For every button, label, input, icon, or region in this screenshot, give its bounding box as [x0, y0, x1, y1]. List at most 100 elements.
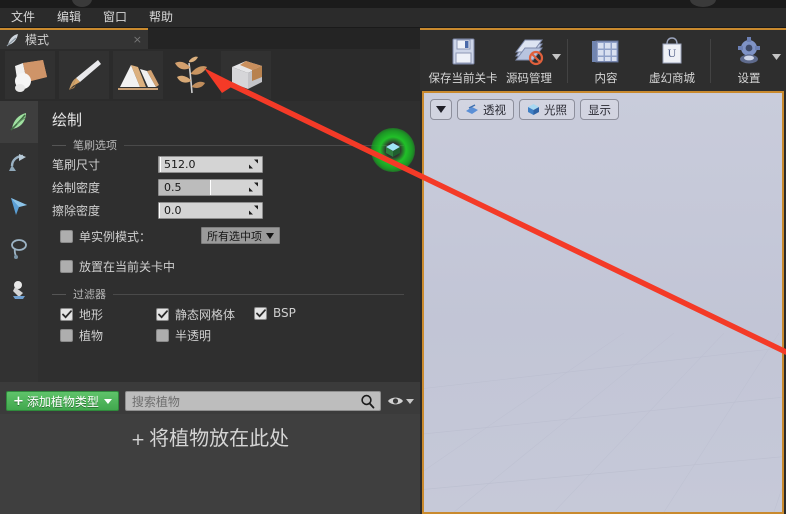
paint-panel-header: 绘制: [38, 101, 420, 137]
spinner-arrows-icon: [249, 205, 258, 215]
toolbar-content-label: 内容: [594, 70, 618, 85]
paintbrush-icon: [69, 60, 101, 90]
tool-reapply[interactable]: [0, 143, 38, 185]
paint-settings-panel: 绘制 笔刷选项 笔刷尺寸 512.0 绘制密度 0.5 擦除密度 0.0 单实例…: [38, 101, 420, 382]
property-row-erase-density: 擦除密度 0.0: [38, 199, 420, 221]
filters-section-header: 过滤器: [52, 286, 404, 302]
menu-item-help[interactable]: 帮助: [138, 8, 184, 27]
single-instance-label: 单实例模式：: [79, 230, 152, 244]
filter-translucent-checkbox[interactable]: [156, 329, 169, 342]
section-line: [124, 144, 404, 146]
close-icon[interactable]: ×: [133, 34, 148, 45]
filter-static-mesh[interactable]: 静态网格体: [156, 306, 235, 323]
window-top-strip: [0, 0, 786, 8]
bsp-box-icon: [232, 61, 262, 89]
lit-cube-icon: [528, 104, 539, 115]
checkmark-icon: [255, 308, 266, 318]
paint-bucket-icon: [13, 281, 25, 299]
mode-button-place[interactable]: [4, 50, 56, 100]
toolbar-source-control-label: 源码管理: [506, 70, 552, 85]
lasso-icon: [11, 239, 27, 259]
lit-cube-icon: [386, 143, 400, 157]
viewport-menu-button[interactable]: [430, 99, 452, 120]
viewport-perspective-button[interactable]: 透视: [457, 99, 514, 120]
single-instance-dropdown[interactable]: 所有选中项: [201, 227, 280, 244]
foliage-leaf-icon: [175, 56, 207, 94]
filter-bsp[interactable]: BSP: [254, 306, 296, 320]
single-instance-mode-row[interactable]: 单实例模式：: [60, 228, 151, 245]
tool-select[interactable]: [0, 185, 38, 227]
erase-density-label: 擦除密度: [52, 203, 101, 218]
mode-button-paint[interactable]: [58, 50, 110, 100]
filter-static-mesh-checkbox[interactable]: [156, 308, 169, 321]
erase-density-input[interactable]: 0.0: [158, 201, 263, 219]
viewport-perspective-label: 透视: [483, 102, 506, 117]
toolbar-source-control[interactable]: 源码管理: [496, 32, 562, 90]
filter-landscape-label: 地形: [79, 308, 104, 322]
menu-item-file[interactable]: 文件: [0, 8, 46, 27]
mode-button-row: [0, 49, 420, 101]
level-viewport[interactable]: 透视 光照 显示: [422, 91, 784, 514]
box-sphere-icon: [15, 60, 47, 92]
eye-icon: [388, 397, 403, 405]
toolbar-save-label: 保存当前关卡: [428, 70, 498, 85]
mountain-icon: [118, 65, 159, 90]
filter-bsp-checkbox[interactable]: [254, 306, 267, 320]
tab-modes[interactable]: 模式 ×: [0, 28, 148, 49]
tool-fill[interactable]: [0, 269, 38, 311]
add-foliage-type-button[interactable]: + 添加植物类型: [6, 391, 119, 411]
filters-label: 过滤器: [73, 288, 106, 301]
tool-paint[interactable]: [0, 101, 38, 143]
toolbar-marketplace-label: 虚幻商城: [649, 70, 695, 85]
toolbar-save-current-level[interactable]: 保存当前关卡: [428, 32, 498, 90]
drop-area-text: + 将植物放在此处: [131, 422, 289, 451]
menu-bar: 文件 编辑 窗口 帮助: [0, 8, 786, 28]
spinner-arrows-icon: [249, 159, 258, 169]
viewport-show-label: 显示: [588, 102, 611, 117]
single-instance-checkbox[interactable]: [60, 230, 73, 243]
place-in-level-checkbox[interactable]: [60, 260, 73, 273]
toolbar-settings[interactable]: 设置: [716, 32, 782, 90]
menu-item-window[interactable]: 窗口: [92, 8, 138, 27]
filter-landscape-checkbox[interactable]: [60, 308, 73, 321]
section-dash: [52, 144, 66, 146]
filter-landscape[interactable]: 地形: [60, 306, 103, 323]
mode-button-landscape[interactable]: [112, 50, 164, 100]
chevron-down-icon: [406, 398, 414, 404]
viewport-lit-button[interactable]: 光照: [519, 99, 575, 120]
svg-text:U: U: [668, 46, 677, 60]
visibility-options-button[interactable]: [387, 395, 414, 407]
foliage-drop-area[interactable]: + 将植物放在此处: [0, 414, 420, 514]
filter-foliage-label: 植物: [79, 329, 104, 343]
search-input[interactable]: 搜索植物: [124, 391, 381, 411]
paint-density-value: 0.5: [164, 180, 182, 194]
viewport-show-button[interactable]: 显示: [580, 99, 619, 120]
section-dash: [52, 293, 66, 295]
property-row-paint-density: 绘制密度 0.5: [38, 176, 420, 198]
filter-translucent[interactable]: 半透明: [156, 327, 211, 344]
erase-density-value: 0.0: [164, 203, 182, 217]
filter-foliage[interactable]: 植物: [60, 327, 103, 344]
paint-density-input[interactable]: 0.5: [158, 178, 263, 196]
foliage-tool-strip: [0, 101, 38, 382]
spinner-arrows-icon: [249, 182, 258, 192]
toolbar-separator: [710, 38, 711, 83]
brush-size-input[interactable]: 512.0: [158, 155, 263, 173]
mode-button-geometry-edit[interactable]: [220, 50, 272, 100]
mode-button-foliage[interactable]: [166, 50, 218, 100]
leaf-brush-icon: [10, 113, 26, 131]
search-placeholder: 搜索植物: [131, 394, 180, 409]
toolbar-content-browser[interactable]: 内容: [573, 32, 639, 90]
filter-bsp-label: BSP: [273, 306, 296, 320]
modes-panel: 模式 × 绘制 笔刷选项 笔刷尺寸 512.0 绘制密度 0.5 擦除密度 0.…: [0, 28, 420, 514]
place-in-level-row[interactable]: 放置在当前关卡中: [60, 258, 175, 275]
toolbar-separator: [567, 38, 568, 83]
tool-lasso-select[interactable]: [0, 227, 38, 269]
chevron-down-icon: [103, 398, 112, 404]
brush-options-section-header: 笔刷选项: [52, 137, 404, 153]
filter-foliage-checkbox[interactable]: [60, 329, 73, 342]
viewport-lit-label: 光照: [544, 102, 567, 117]
floppy-disk-icon: [452, 38, 475, 64]
menu-item-edit[interactable]: 编辑: [46, 8, 92, 27]
toolbar-marketplace[interactable]: U 虚幻商城: [639, 32, 705, 90]
